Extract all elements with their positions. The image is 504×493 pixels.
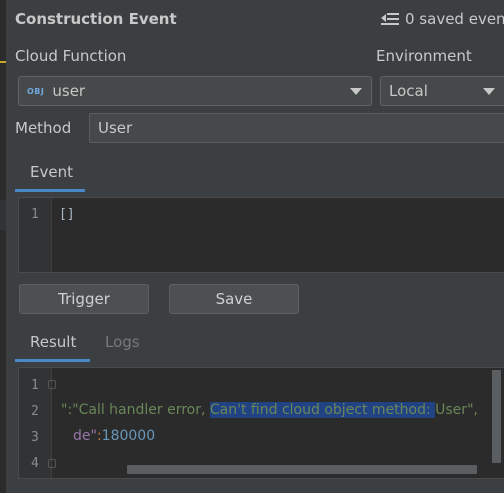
result-key: de" [73,428,97,444]
fold-marker-icon[interactable] [48,459,56,468]
saved-events-button[interactable]: 0 saved event [381,10,504,28]
trigger-button[interactable]: Trigger [19,284,149,314]
line-number: 3 [31,430,39,445]
event-editor[interactable]: 1 [] [18,197,504,273]
method-value: User [98,119,133,137]
cloud-function-label: Cloud Function [15,47,127,65]
environment-label: Environment [376,47,472,65]
environment-select[interactable]: Local [380,76,504,106]
line-number: 4 [31,456,39,471]
cloud-function-select[interactable]: OBJ user [18,76,372,106]
result-line-code: de":180000 [73,428,155,444]
left-edge-strip-segment [0,200,6,230]
cloud-function-value: user [52,82,86,100]
left-edge-strip [0,0,6,493]
tab-logs[interactable]: Logs [105,333,140,351]
result-line-error: ":"Call handler error, Can't find cloud … [61,402,478,418]
saved-events-label: 0 saved event [405,10,504,28]
line-number: 1 [31,378,39,393]
chevron-down-icon [483,88,495,95]
method-label: Method [15,119,72,137]
line-number: 2 [31,404,39,419]
line-number: 1 [31,207,39,222]
result-viewer[interactable]: 1 2 3 4 ":"Call handler error, Can't fin… [18,367,504,479]
tab-result-underline [15,359,90,362]
selected-text: Can't find cloud object method: [209,402,436,418]
code-line: [] [59,207,75,222]
panel-title: Construction Event [15,10,177,28]
result-number: 180000 [101,428,156,444]
chevron-down-icon [350,88,362,95]
horizontal-scrollbar[interactable] [127,465,477,474]
selected-text-main: Can't find cloud object method: [209,402,436,418]
environment-value: Local [389,82,428,100]
result-string-tail: User [435,402,468,418]
fold-marker-icon[interactable] [48,380,56,389]
save-button[interactable]: Save [169,284,299,314]
tab-result[interactable]: Result [30,333,76,351]
object-type-icon: OBJ [27,86,45,96]
tab-event[interactable]: Event [30,163,73,181]
vertical-scrollbar[interactable] [492,370,501,463]
result-string-suffix: ", [467,402,478,418]
gutter-divider [51,198,52,272]
list-indent-icon [381,11,399,27]
method-input[interactable]: User [89,113,504,143]
result-string-prefix: ":"Call handler error, [61,402,210,418]
left-edge-marker [0,61,6,63]
tab-event-underline [15,189,85,192]
